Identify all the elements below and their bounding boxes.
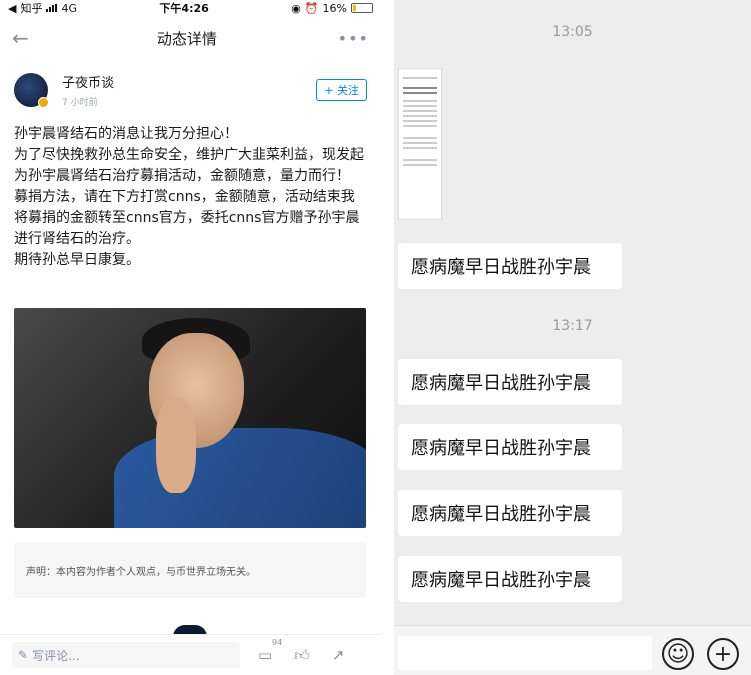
follow-button[interactable]: + 关注 [316, 79, 367, 101]
chat-message-bubble[interactable]: 愿病魔早日战胜孙宇晨 [398, 490, 622, 536]
comment-placeholder: 写评论... [32, 648, 80, 663]
signal-icon [46, 4, 58, 12]
post-paragraph: 孙宇晨肾结石的消息让我万分担心！ [14, 126, 238, 142]
chat-message-bubble[interactable]: 愿病魔早日战胜孙宇晨 [398, 243, 622, 289]
battery-icon [350, 3, 373, 13]
navigation-bar: ← 动态详情 ••• [0, 16, 381, 60]
post-detail-screen: ◀ 知乎 4G 下午4:26 ◉ ⏰ 16% ← 动态详情 ••• 子夜币谈 7… [0, 0, 381, 675]
more-options-icon[interactable]: ••• [338, 29, 369, 48]
back-arrow-icon[interactable]: ← [12, 26, 36, 50]
comment-icon[interactable]: ▭ 94 [258, 638, 282, 664]
chat-input-bar: ☺ + [394, 625, 751, 675]
network-type: 4G [61, 1, 77, 15]
like-icon[interactable]: 👍︎ [294, 646, 310, 665]
chat-text-input[interactable] [398, 636, 652, 670]
location-icon: ◉ [291, 1, 301, 15]
share-icon[interactable]: ↗ [332, 646, 345, 664]
status-app-name: 知乎 [20, 2, 43, 15]
verified-badge-icon [38, 97, 49, 108]
status-time: 下午4:26 [159, 2, 209, 15]
page-title: 动态详情 [156, 29, 217, 48]
plus-icon[interactable]: + [707, 638, 739, 670]
chat-screen: 13:05 愿病魔早日战胜孙宇晨 13:17 愿病魔早日战胜孙宇晨 愿病魔早日战… [394, 0, 751, 675]
comment-count: 94 [272, 638, 283, 647]
battery-percent: 16% [322, 1, 347, 15]
author-avatar[interactable] [14, 73, 49, 108]
status-bar: ◀ 知乎 4G 下午4:26 ◉ ⏰ 16% [0, 0, 381, 16]
author-header: 子夜币谈 7 小时前 + 关注 [0, 60, 381, 114]
chat-message-bubble[interactable]: 愿病魔早日战胜孙宇晨 [398, 359, 622, 405]
chat-message-bubble[interactable]: 愿病魔早日战胜孙宇晨 [398, 424, 622, 470]
post-time: 7 小时前 [62, 98, 98, 108]
chat-timestamp: 13:17 [552, 318, 593, 334]
shared-screenshot-thumbnail[interactable] [398, 68, 442, 220]
post-paragraph: 为了尽快挽救孙总生命安全，维护广大韭菜利益，现发起为孙宇晨肾结石治疗募捐活动，金… [14, 147, 364, 184]
pencil-icon: ✎ [18, 648, 29, 662]
author-name[interactable]: 子夜币谈 [62, 72, 316, 91]
post-paragraph: 期待孙总早日康复。 [14, 252, 140, 268]
post-paragraph: 募捐方法，请在下方打赏cnns，金额随意，活动结束我将募捐的金额转至cnns官方… [14, 189, 360, 247]
bottom-action-bar: ✎ 写评论... ▭ 94 👍︎ ↗ [0, 634, 381, 675]
chat-timestamp: 13:05 [552, 24, 593, 40]
post-photo[interactable] [14, 308, 366, 528]
chat-message-bubble[interactable]: 愿病魔早日战胜孙宇晨 [398, 556, 622, 602]
post-body: 孙宇晨肾结石的消息让我万分担心！ 为了尽快挽救孙总生命安全，维护广大韭菜利益，现… [0, 114, 381, 271]
panel-gap [381, 0, 394, 675]
comment-input[interactable]: ✎ 写评论... [12, 642, 240, 668]
alarm-icon: ⏰ [304, 1, 319, 15]
emoji-icon[interactable]: ☺ [662, 638, 694, 670]
back-to-app-icon[interactable]: ◀ [8, 2, 16, 15]
disclaimer-notice: 声明：本内容为作者个人观点，与币世界立场无关。 [14, 542, 366, 598]
